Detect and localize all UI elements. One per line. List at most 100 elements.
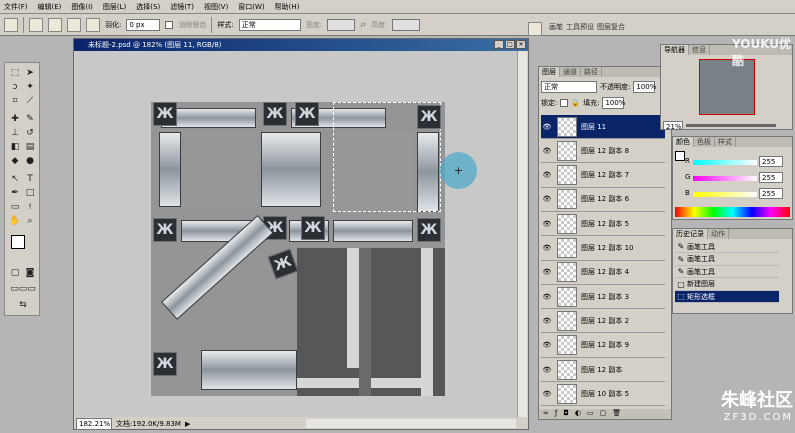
visibility-eye-icon[interactable]: 👁 (541, 147, 553, 155)
brush-tool-icon[interactable]: ✎ (23, 113, 37, 125)
new-layer-icon[interactable]: ▢ (600, 409, 607, 419)
tab-color[interactable]: 颜色 (673, 137, 694, 147)
foreground-color-swatch[interactable] (11, 235, 25, 249)
color-ramp[interactable] (675, 207, 790, 217)
vertical-scrollbar[interactable] (517, 51, 527, 417)
layer-row[interactable]: 👁 图层 11 (541, 115, 665, 139)
close-button[interactable]: ✕ (516, 40, 526, 49)
layer-row[interactable]: 👁 图层 12 副本 2 (541, 309, 665, 334)
hand-tool-icon[interactable]: ✋ (8, 215, 22, 227)
menu-select[interactable]: 选择(S) (136, 2, 160, 12)
move-tool-icon[interactable]: ➤ (23, 67, 37, 79)
imageready-icon[interactable]: ⇆ (8, 299, 38, 311)
menu-window[interactable]: 窗口(W) (238, 2, 264, 12)
menu-help[interactable]: 帮助(H) (275, 2, 300, 12)
lock-icon[interactable]: 🔒 (571, 99, 580, 107)
visibility-eye-icon[interactable]: 👁 (541, 220, 553, 228)
new-selection-button[interactable] (29, 17, 43, 32)
g-slider[interactable] (693, 176, 757, 181)
healing-brush-icon[interactable]: ✚ (8, 113, 22, 125)
document-title-bar[interactable]: 未标题-2.psd @ 182% (图层 11, RGB/8) _ □ ✕ (74, 39, 528, 51)
quickmask-mode-icon[interactable]: ◙ (23, 267, 37, 279)
type-tool-icon[interactable]: T (23, 173, 37, 185)
tab-navigator[interactable]: 导航器 (661, 45, 689, 55)
lasso-tool-icon[interactable]: ↄ (8, 81, 22, 93)
tab-channels[interactable]: 通道 (560, 67, 581, 77)
tab-paths[interactable]: 路径 (581, 67, 602, 77)
visibility-eye-icon[interactable]: 👁 (541, 390, 553, 398)
b-slider[interactable] (693, 192, 757, 197)
opacity-input[interactable]: 100% (633, 81, 656, 93)
navigator-zoom-field[interactable]: 21% (663, 121, 683, 131)
standard-mode-icon[interactable]: ▢ (8, 267, 22, 279)
menu-edit[interactable]: 编辑(E) (38, 2, 62, 12)
add-selection-button[interactable] (48, 17, 62, 32)
notes-tool-icon[interactable]: ▭ (8, 201, 22, 213)
marquee-tool-icon[interactable]: ⬚ (8, 67, 22, 79)
layer-row[interactable]: 👁 图层 12 副本 7 (541, 163, 665, 188)
well-tab-tool-presets[interactable]: 工具预设 (566, 22, 594, 36)
blur-tool-icon[interactable]: ◆ (8, 155, 22, 167)
tab-history[interactable]: 历史记录 (673, 229, 708, 239)
well-tab-brushes[interactable]: 画笔 (549, 22, 563, 36)
layer-row[interactable]: 👁 图层 12 副本 5 (541, 212, 665, 237)
status-arrow-icon[interactable]: ▶ (185, 420, 190, 428)
visibility-eye-icon[interactable]: 👁 (541, 317, 553, 325)
history-item[interactable]: ✎ 画笔工具 (675, 254, 779, 266)
g-input[interactable]: 255 (759, 172, 783, 183)
slice-tool-icon[interactable]: ⟋ (23, 95, 37, 107)
tab-styles[interactable]: 样式 (715, 137, 736, 147)
file-browser-icon[interactable] (528, 22, 542, 36)
eraser-tool-icon[interactable]: ◧ (8, 141, 22, 153)
menu-file[interactable]: 文件(F) (4, 2, 28, 12)
well-tab-layer-comps[interactable]: 图层复合 (597, 22, 625, 36)
magic-wand-icon[interactable]: ✦ (23, 81, 37, 93)
style-icon[interactable]: ƒ (555, 409, 557, 419)
navigator-zoom-slider[interactable] (686, 124, 776, 127)
visibility-eye-icon[interactable]: 👁 (541, 366, 553, 374)
zoom-field[interactable]: 182.21% (76, 417, 112, 430)
eyedropper-icon[interactable]: ⟊ (23, 201, 37, 213)
minimize-button[interactable]: _ (494, 40, 504, 49)
visibility-eye-icon[interactable]: 👁 (541, 293, 553, 301)
maximize-button[interactable]: □ (505, 40, 515, 49)
visibility-eye-icon[interactable]: 👁 (541, 171, 553, 179)
height-input[interactable] (392, 18, 421, 31)
layer-row[interactable]: 👁 图层 10 副本 5 (541, 382, 665, 407)
history-item[interactable]: ▢ 新建图层 (675, 279, 779, 291)
menu-filter[interactable]: 滤镜(T) (170, 2, 194, 12)
screen-mode-icon[interactable]: ▭▭▭ (8, 283, 38, 295)
r-input[interactable]: 255 (759, 156, 783, 167)
intersect-selection-button[interactable] (86, 17, 100, 32)
tab-layers[interactable]: 图层 (539, 67, 560, 77)
style-select[interactable]: 正常 (238, 18, 301, 31)
history-item[interactable]: ✎ 画笔工具 (675, 266, 779, 278)
link-icon[interactable]: ∞ (543, 409, 549, 419)
swap-icon[interactable]: ⇄ (360, 21, 366, 29)
visibility-eye-icon[interactable]: 👁 (541, 268, 553, 276)
gradient-tool-icon[interactable]: ▤ (23, 141, 37, 153)
blend-mode-select[interactable]: 正常 (541, 81, 597, 93)
color-fg-swatch[interactable] (675, 151, 685, 161)
zoom-tool-icon[interactable]: ⌕ (23, 215, 37, 227)
visibility-eye-icon[interactable]: 👁 (541, 341, 553, 349)
b-input[interactable]: 255 (759, 188, 783, 199)
layer-row[interactable]: 👁 图层 12 副本 8 (541, 139, 665, 164)
subtract-selection-button[interactable] (67, 17, 81, 32)
layer-row[interactable]: 👁 图层 12 副本 4 (541, 260, 665, 285)
tab-info[interactable]: 信息 (689, 45, 710, 55)
tab-swatches[interactable]: 色板 (694, 137, 715, 147)
lock-transparency-checkbox[interactable] (560, 99, 569, 107)
antialias-checkbox[interactable] (165, 20, 174, 29)
menu-layer[interactable]: 图层(L) (103, 2, 126, 12)
dodge-tool-icon[interactable]: ● (23, 155, 37, 167)
menu-view[interactable]: 视图(V) (204, 2, 228, 12)
horizontal-scrollbar[interactable] (306, 419, 516, 428)
menu-image[interactable]: 图像(I) (71, 2, 93, 12)
layer-row[interactable]: 👁 图层 12 副本 6 (541, 187, 665, 212)
visibility-eye-icon[interactable]: 👁 (541, 244, 553, 252)
image-canvas[interactable]: Ж Ж Ж Ж Ж Ж Ж Ж Ж Ж (151, 102, 445, 396)
adjustment-icon[interactable]: ◐ (575, 409, 581, 419)
stamp-tool-icon[interactable]: ⊥ (8, 127, 22, 139)
history-item[interactable]: ✎ 画笔工具 (675, 241, 779, 253)
